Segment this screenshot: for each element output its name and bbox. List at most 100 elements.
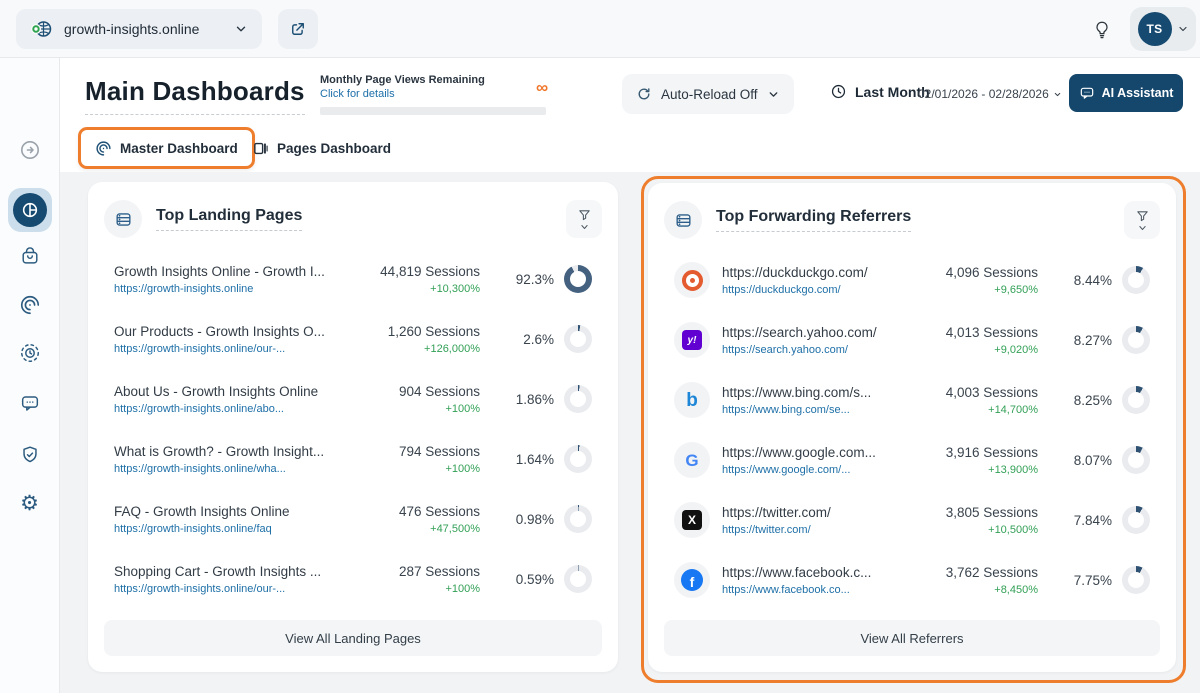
page-url-link[interactable]: https://growth-insights.online/faq	[114, 523, 348, 535]
change-badge: +9,650%	[906, 284, 1038, 296]
sidebar-item-ecommerce[interactable]	[18, 244, 42, 268]
ai-assistant-button[interactable]: AI Assistant	[1069, 74, 1183, 112]
sessions-value: 476 Sessions	[348, 504, 480, 519]
referrer-title-link[interactable]: https://www.google.com...	[722, 445, 906, 460]
donut-chart	[564, 385, 592, 413]
table-row[interactable]: FAQ - Growth Insights Online https://gro…	[114, 494, 592, 544]
x-twitter-favicon: X	[674, 502, 710, 538]
page-url-link[interactable]: https://growth-insights.online/our-...	[114, 343, 348, 355]
referrer-title-link[interactable]: https://twitter.com/	[722, 505, 906, 520]
percent-value: 1.86%	[516, 392, 554, 407]
sessions-value: 3,762 Sessions	[906, 565, 1038, 580]
page-title-link[interactable]: FAQ - Growth Insights Online	[114, 504, 348, 519]
view-all-landing-pages-button[interactable]: View All Landing Pages	[104, 620, 602, 656]
sessions-value: 287 Sessions	[348, 564, 480, 579]
user-menu[interactable]: TS	[1130, 7, 1196, 51]
referrer-url-link[interactable]: https://duckduckgo.com/	[722, 284, 906, 296]
donut-chart	[1122, 446, 1150, 474]
top-bar: growth-insights.online TS	[0, 0, 1200, 58]
sessions-value: 4,013 Sessions	[906, 325, 1038, 340]
yahoo-favicon: y!	[674, 322, 710, 358]
landing-pages-list: Growth Insights Online - Growth I... htt…	[88, 246, 618, 620]
filter-button[interactable]	[566, 200, 602, 238]
funnel-icon	[577, 208, 592, 223]
table-row[interactable]: y! https://search.yahoo.com/ https://sea…	[674, 315, 1150, 365]
sidebar-item-dashboards[interactable]	[8, 188, 52, 232]
ai-chat-icon	[1079, 85, 1095, 101]
table-row[interactable]: About Us - Growth Insights Online https:…	[114, 374, 592, 424]
percent-value: 0.98%	[516, 512, 554, 527]
open-website-button[interactable]	[278, 9, 318, 49]
gear-icon: ⚙	[20, 493, 39, 514]
donut-chart	[1122, 506, 1150, 534]
chevron-down-icon	[580, 224, 589, 230]
table-row[interactable]: What is Growth? - Growth Insight... http…	[114, 434, 592, 484]
page-url-link[interactable]: https://growth-insights.online/abo...	[114, 403, 348, 415]
table-row[interactable]: G https://www.google.com... https://www.…	[674, 435, 1150, 485]
tab-pages-dashboard[interactable]: Pages Dashboard	[252, 133, 391, 163]
bing-favicon: b	[674, 382, 710, 418]
change-badge: +9,020%	[906, 344, 1038, 356]
tab-master-dashboard[interactable]: Master Dashboard	[78, 127, 255, 169]
percent-value: 7.84%	[1074, 513, 1112, 528]
sidebar-item-privacy[interactable]	[18, 443, 42, 467]
referrer-title-link[interactable]: https://www.bing.com/s...	[722, 385, 906, 400]
referrer-url-link[interactable]: https://www.bing.com/se...	[722, 404, 906, 416]
page-url-link[interactable]: https://growth-insights.online/our-...	[114, 583, 348, 595]
view-all-referrers-button[interactable]: View All Referrers	[664, 620, 1160, 656]
page-title: Main Dashboards	[85, 76, 305, 115]
percent-value: 8.44%	[1074, 273, 1112, 288]
page-title-link[interactable]: What is Growth? - Growth Insight...	[114, 444, 348, 459]
change-badge: +10,300%	[348, 283, 480, 295]
lightbulb-icon	[1091, 19, 1113, 41]
date-range-selector[interactable]: 02/01/2026 - 02/28/2026	[918, 87, 1062, 101]
page-title-link[interactable]: Growth Insights Online - Growth I...	[114, 264, 348, 279]
sidebar-collapse-toggle[interactable]	[12, 132, 48, 168]
donut-chart	[1122, 326, 1150, 354]
referrer-title-link[interactable]: https://duckduckgo.com/	[722, 265, 906, 280]
referrer-url-link[interactable]: https://www.google.com/...	[722, 464, 906, 476]
change-badge: +126,000%	[348, 343, 480, 355]
page-title-link[interactable]: About Us - Growth Insights Online	[114, 384, 348, 399]
table-row[interactable]: Shopping Cart - Growth Insights ... http…	[114, 554, 592, 604]
filter-button[interactable]	[1124, 201, 1160, 239]
table-row[interactable]: Growth Insights Online - Growth I... htt…	[114, 254, 592, 304]
change-badge: +100%	[348, 463, 480, 475]
chevron-down-icon	[1138, 225, 1147, 231]
page-url-link[interactable]: https://growth-insights.online	[114, 283, 348, 295]
table-row[interactable]: b https://www.bing.com/s... https://www.…	[674, 375, 1150, 425]
donut-chart	[564, 565, 592, 593]
page-title-link[interactable]: Shopping Cart - Growth Insights ...	[114, 564, 348, 579]
page-url-link[interactable]: https://growth-insights.online/wha...	[114, 463, 348, 475]
sidebar-item-settings[interactable]: ⚙	[18, 491, 42, 515]
period-selector[interactable]: Last Month	[830, 83, 930, 100]
pageviews-details-link[interactable]: Click for details	[320, 88, 546, 100]
referrers-list: https://duckduckgo.com/ https://duckduck…	[648, 247, 1176, 620]
auto-reload-label: Auto-Reload Off	[661, 87, 758, 102]
list-rows-icon	[664, 201, 702, 239]
date-range-value: 02/01/2026 - 02/28/2026	[918, 87, 1049, 101]
sidebar-item-communication[interactable]	[18, 391, 42, 415]
tab-pages-label: Pages Dashboard	[277, 141, 391, 156]
table-row[interactable]: X https://twitter.com/ https://twitter.c…	[674, 495, 1150, 545]
auto-reload-dropdown[interactable]: Auto-Reload Off	[622, 74, 794, 114]
referrer-title-link[interactable]: https://search.yahoo.com/	[722, 325, 906, 340]
page-title-link[interactable]: Our Products - Growth Insights O...	[114, 324, 348, 339]
tips-button[interactable]	[1083, 11, 1121, 49]
website-name: growth-insights.online	[64, 21, 199, 37]
website-selector[interactable]: growth-insights.online	[16, 9, 262, 49]
referrer-url-link[interactable]: https://twitter.com/	[722, 524, 906, 536]
referrer-url-link[interactable]: https://www.facebook.co...	[722, 584, 906, 596]
sidebar-item-session-recordings[interactable]	[18, 341, 42, 365]
percent-value: 0.59%	[516, 572, 554, 587]
table-row[interactable]: f https://www.facebook.c... https://www.…	[674, 555, 1150, 605]
referrer-url-link[interactable]: https://search.yahoo.com/	[722, 344, 906, 356]
session-clock-icon	[19, 342, 41, 364]
sidebar-item-behavior[interactable]	[18, 293, 42, 317]
ai-assistant-label: AI Assistant	[1102, 86, 1174, 100]
table-row[interactable]: https://duckduckgo.com/ https://duckduck…	[674, 255, 1150, 305]
referrer-title-link[interactable]: https://www.facebook.c...	[722, 565, 906, 580]
table-row[interactable]: Our Products - Growth Insights O... http…	[114, 314, 592, 364]
pageviews-remaining-value: ∞	[536, 78, 548, 98]
chat-bubble-icon	[19, 392, 41, 414]
